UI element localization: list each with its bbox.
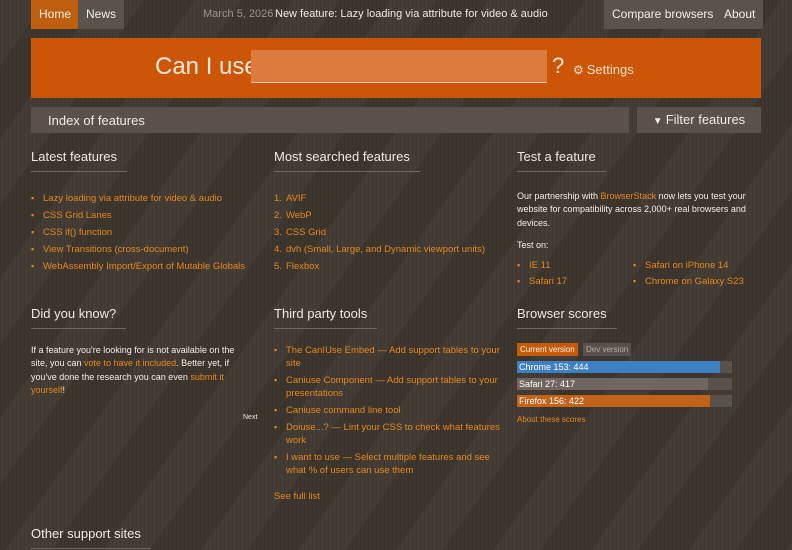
most-searched-link[interactable]: dvh (Small, Large, and Dynamic viewport …: [286, 244, 485, 255]
nav-compare-browsers-link[interactable]: Compare browsers: [604, 0, 722, 29]
rank-number: 5.: [274, 261, 282, 272]
third-party-heading: Third party tools: [274, 306, 378, 329]
nav-about-link[interactable]: About: [716, 0, 764, 29]
about-scores-link[interactable]: About these scores: [517, 415, 585, 424]
browser-scores-section: Browser scores Current version Dev versi…: [517, 305, 732, 427]
list-item[interactable]: Caniuse command line tool: [274, 404, 510, 417]
score-bars: Chrome 153: 444 Safari 27: 417 Firefox 1…: [517, 361, 732, 407]
tool-link[interactable]: Doiuse...? — Lint your CSS to check what…: [286, 422, 500, 446]
list-item[interactable]: 4. dvh (Small, Large, and Dynamic viewpor…: [274, 241, 509, 258]
list-item[interactable]: 5. Flexbox: [274, 258, 509, 275]
search-label: Can I use: [155, 53, 258, 80]
most-searched-link[interactable]: CSS Grid: [286, 227, 326, 238]
test-feature-heading: Test a feature: [517, 149, 606, 172]
settings-label: Settings: [586, 62, 634, 77]
rank-number: 1.: [274, 193, 282, 204]
list-item[interactable]: CSS Grid Lanes: [31, 207, 261, 224]
most-searched-link[interactable]: AVIF: [286, 193, 306, 204]
most-searched-link[interactable]: Flexbox: [286, 261, 319, 272]
list-item[interactable]: View Transitions (cross-document): [31, 241, 261, 258]
news-date: March 5, 2026 ·: [203, 8, 281, 20]
latest-feature-link[interactable]: CSS Grid Lanes: [43, 210, 112, 221]
tool-link[interactable]: I want to use — Select multiple features…: [286, 452, 490, 476]
gear-icon: ⚙: [573, 63, 584, 77]
next-tip-button[interactable]: Next: [243, 414, 257, 421]
list-item[interactable]: WebAssembly Import/Export of Mutable Glo…: [31, 258, 261, 275]
filter-features-button[interactable]: ▼ Filter features: [637, 107, 761, 133]
latest-features-list: Lazy loading via attribute for video & a…: [31, 190, 261, 275]
rank-number: 2.: [274, 210, 282, 221]
other-support-heading: Other support sites: [31, 526, 151, 549]
list-item[interactable]: 3. CSS Grid: [274, 224, 509, 241]
filter-label: Filter features: [665, 112, 746, 127]
test-browser-link[interactable]: Safari on iPhone 14: [633, 260, 728, 271]
score-label: Firefox 156: 422: [519, 396, 585, 406]
browser-scores-heading: Browser scores: [517, 306, 617, 329]
tool-link[interactable]: Caniuse command line tool: [286, 405, 401, 416]
list-item[interactable]: Lazy loading via attribute for video & a…: [31, 190, 261, 207]
did-you-know-section: Did you know? If a feature you're lookin…: [31, 305, 253, 398]
latest-feature-link[interactable]: View Transitions (cross-document): [43, 244, 189, 255]
most-searched-link[interactable]: WebP: [286, 210, 312, 221]
latest-feature-link[interactable]: WebAssembly Import/Export of Mutable Glo…: [43, 261, 245, 272]
search-input[interactable]: [251, 50, 547, 83]
top-nav: Home News March 5, 2026 · New feature: L…: [0, 0, 792, 29]
list-item[interactable]: The CanIUse Embed — Add support tables t…: [274, 344, 510, 370]
test-feature-description: Our partnership with BrowserStack now le…: [517, 190, 757, 230]
nav-home-link[interactable]: Home: [31, 0, 80, 29]
rank-number: 4.: [274, 244, 282, 255]
index-of-features-bar[interactable]: Index of features: [31, 107, 629, 133]
latest-feature-link[interactable]: Lazy loading via attribute for video & a…: [43, 193, 222, 204]
did-you-know-text: If a feature you're looking for is not a…: [31, 344, 253, 398]
list-item[interactable]: 2. WebP: [274, 207, 509, 224]
list-item[interactable]: Doiuse...? — Lint your CSS to check what…: [274, 421, 510, 447]
test-browser-list: IE 11 Safari on iPhone 14 Safari 17 Chro…: [517, 260, 757, 300]
test-on-label: Test on:: [517, 240, 549, 251]
test-browser-link[interactable]: IE 11: [517, 260, 550, 271]
test-browser-link[interactable]: Chrome on Galaxy S23: [633, 276, 744, 287]
search-banner: Can I use ? ⚙ Settings: [31, 38, 761, 98]
vote-link[interactable]: vote to have it included: [84, 358, 176, 368]
list-item[interactable]: I want to use — Select multiple features…: [274, 451, 510, 477]
funnel-icon: ▼: [652, 116, 663, 127]
test-feature-section: Test a feature Our partnership with Brow…: [517, 148, 757, 300]
score-version-tabs: Current version Dev version: [517, 343, 732, 356]
list-item[interactable]: Caniuse Component — Add support tables t…: [274, 374, 510, 400]
score-bar-safari[interactable]: Safari 27: 417: [517, 378, 732, 390]
index-title: Index of features: [48, 113, 145, 128]
see-full-list-link[interactable]: See full list: [274, 491, 320, 502]
score-bar-chrome[interactable]: Chrome 153: 444: [517, 361, 732, 373]
other-support-sites-section: Other support sites: [31, 525, 261, 549]
news-headline-link[interactable]: New feature: Lazy loading via attribute …: [275, 8, 548, 20]
tab-current-version[interactable]: Current version: [517, 343, 578, 356]
latest-features-section: Latest features Lazy loading via attribu…: [31, 148, 261, 275]
text: Our partnership with: [517, 191, 601, 201]
score-bar-firefox[interactable]: Firefox 156: 422: [517, 395, 732, 407]
search-question-mark: ?: [552, 53, 565, 78]
text: !: [62, 385, 66, 396]
latest-feature-link[interactable]: CSS if() function: [43, 227, 112, 238]
most-searched-heading: Most searched features: [274, 149, 420, 172]
latest-features-heading: Latest features: [31, 149, 127, 172]
most-searched-list: 1. AVIF 2. WebP 3. CSS Grid 4. dvh (Small, L…: [274, 190, 509, 275]
rank-number: 3.: [274, 227, 282, 238]
score-label: Chrome 153: 444: [519, 362, 589, 372]
score-label: Safari 27: 417: [519, 379, 576, 389]
third-party-list: The CanIUse Embed — Add support tables t…: [274, 344, 510, 477]
tool-link[interactable]: Caniuse Component — Add support tables t…: [286, 375, 498, 399]
tool-link[interactable]: The CanIUse Embed — Add support tables t…: [286, 345, 500, 369]
nav-news-link[interactable]: News: [78, 0, 125, 29]
did-you-know-heading: Did you know?: [31, 306, 127, 329]
settings-button[interactable]: ⚙ Settings: [573, 62, 634, 77]
third-party-tools-section: Third party tools The CanIUse Embed — Ad…: [274, 305, 510, 504]
list-item[interactable]: 1. AVIF: [274, 190, 509, 207]
browserstack-link[interactable]: BrowserStack: [601, 191, 657, 201]
tab-dev-version[interactable]: Dev version: [583, 343, 632, 356]
most-searched-section: Most searched features 1. AVIF 2. WebP 3. C…: [274, 148, 509, 275]
list-item[interactable]: CSS if() function: [31, 224, 261, 241]
test-browser-link[interactable]: Safari 17: [517, 276, 567, 287]
